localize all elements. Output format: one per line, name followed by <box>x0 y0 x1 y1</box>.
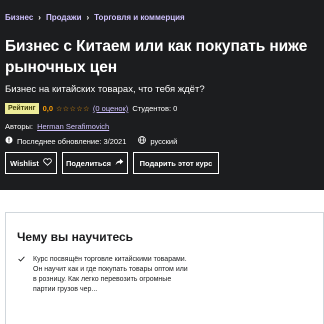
rating-score: 0,0 <box>42 104 54 113</box>
breadcrumb: Бизнес › Продажи › Торговля и коммерция <box>5 13 185 22</box>
learn-heading: Чему вы научитесь <box>17 230 134 244</box>
chevron-right-icon: › <box>86 13 90 22</box>
gift-course-button[interactable]: Подарить этот курс <box>133 152 219 174</box>
heart-icon <box>43 158 52 168</box>
breadcrumb-item-business[interactable]: Бизнес <box>5 13 33 22</box>
rating-row: Рейтинг 0,0 ☆☆☆☆☆ (0 оценок) Студентов: … <box>5 103 177 114</box>
last-updated: Последнее обновление: 3/2021 <box>17 136 127 146</box>
course-title: Бизнес с Китаем или как покупать ниже ры… <box>5 38 308 76</box>
breadcrumb-item-commerce[interactable]: Торговля и коммерция <box>94 13 185 22</box>
course-meta: Последнее обновление: 3/2021 русский <box>5 136 177 146</box>
share-label: Поделиться <box>66 158 112 168</box>
gift-label: Подарить этот курс <box>139 158 213 168</box>
check-icon <box>18 256 25 295</box>
share-button[interactable]: Поделиться <box>62 152 128 174</box>
authors-label: Авторы: <box>5 122 33 131</box>
globe-icon <box>138 136 147 146</box>
course-header: Бизнес › Продажи › Торговля и коммерция … <box>0 0 324 190</box>
course-language: русский <box>150 136 178 146</box>
alert-icon <box>5 136 13 146</box>
learn-item-text: Курс посвящён торговле китайскими товара… <box>33 256 188 293</box>
star-rating-icon: ☆☆☆☆☆ <box>56 105 90 113</box>
action-buttons: Wishlist Поделиться Подарить этот курс <box>5 152 219 174</box>
authors-row: Авторы: Herman Serafimovich <box>5 122 109 131</box>
students-count: Студентов: 0 <box>132 104 178 113</box>
reviews-link[interactable]: (0 оценок) <box>93 104 128 113</box>
course-subtitle: Бизнес на китайских товарах, что тебя жд… <box>5 84 205 95</box>
rating-badge: Рейтинг <box>5 103 39 114</box>
wishlist-label: Wishlist <box>10 158 39 168</box>
learn-item: Курс посвящён торговле китайскими товара… <box>18 255 188 295</box>
wishlist-button[interactable]: Wishlist <box>5 152 57 174</box>
author-link[interactable]: Herman Serafimovich <box>37 122 109 131</box>
breadcrumb-item-sales[interactable]: Продажи <box>46 13 82 22</box>
chevron-right-icon: › <box>38 13 41 22</box>
what-you-will-learn: Чему вы научитесь Курс посвящён торговле… <box>5 212 324 324</box>
share-icon <box>115 158 124 168</box>
